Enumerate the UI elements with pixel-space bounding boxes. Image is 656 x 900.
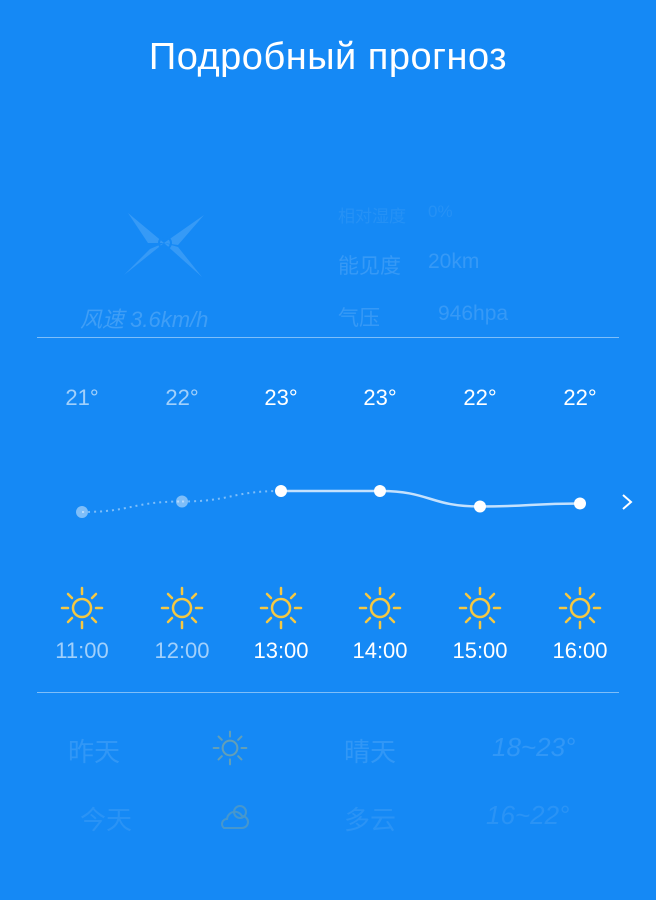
hour-time-1: 12:00 [154,638,210,663]
data-point [275,485,287,497]
data-point [76,506,88,518]
data-point [176,495,188,508]
series-line [81,500,183,513]
hour-time-5: 16:00 [552,638,608,663]
daily-range-1: 16~22° [486,800,570,830]
daily-condition-0: 晴天 [344,737,397,767]
sun-icon [358,586,402,630]
hour-time-4: 15:00 [452,638,508,663]
pressure-label: 气压 [338,307,380,330]
page-title: Подробный прогноз [148,36,508,78]
sun-icon [259,586,303,630]
series-line [379,489,481,508]
hour-temp-1: 22° [165,385,199,410]
sun-icon [558,586,602,630]
sun-icon [160,586,204,630]
visibility-label: 能见度 [338,255,401,278]
hour-temp-5: 22° [563,385,597,410]
series-line [479,502,581,508]
daily-day-1: 今天 [80,805,133,835]
divider [37,692,619,693]
daily-day-0: 昨天 [68,737,121,767]
hour-time-0: 11:00 [55,638,109,663]
hour-temp-2: 23° [264,385,298,410]
wind-speed: 风速 3.6km/h [80,307,209,332]
pressure-value: 946hpa [438,302,509,325]
sun-icon [212,730,248,766]
daily-condition-1: 多云 [344,805,397,835]
visibility-value: 20km [428,250,480,273]
daily-range-0: 18~23° [492,732,576,762]
humidity-label: 相对湿度 [338,207,406,226]
hour-temp-0: 21° [65,385,99,410]
divider [37,337,619,338]
partly-cloudy-icon [221,805,249,829]
windmill-icon [124,213,204,277]
chevron-right-icon[interactable] [620,492,634,512]
temperature-chart [76,485,586,518]
data-point [374,485,386,497]
data-point [574,497,586,510]
hour-temp-4: 22° [463,385,497,410]
sun-icon [458,586,502,630]
hour-time-2: 13:00 [253,638,309,663]
hour-temp-3: 23° [363,385,397,410]
humidity-value: 0% [428,202,453,221]
series-line [181,490,282,503]
sun-icon [60,586,104,630]
data-point [474,500,486,513]
hour-time-3: 14:00 [352,638,408,663]
